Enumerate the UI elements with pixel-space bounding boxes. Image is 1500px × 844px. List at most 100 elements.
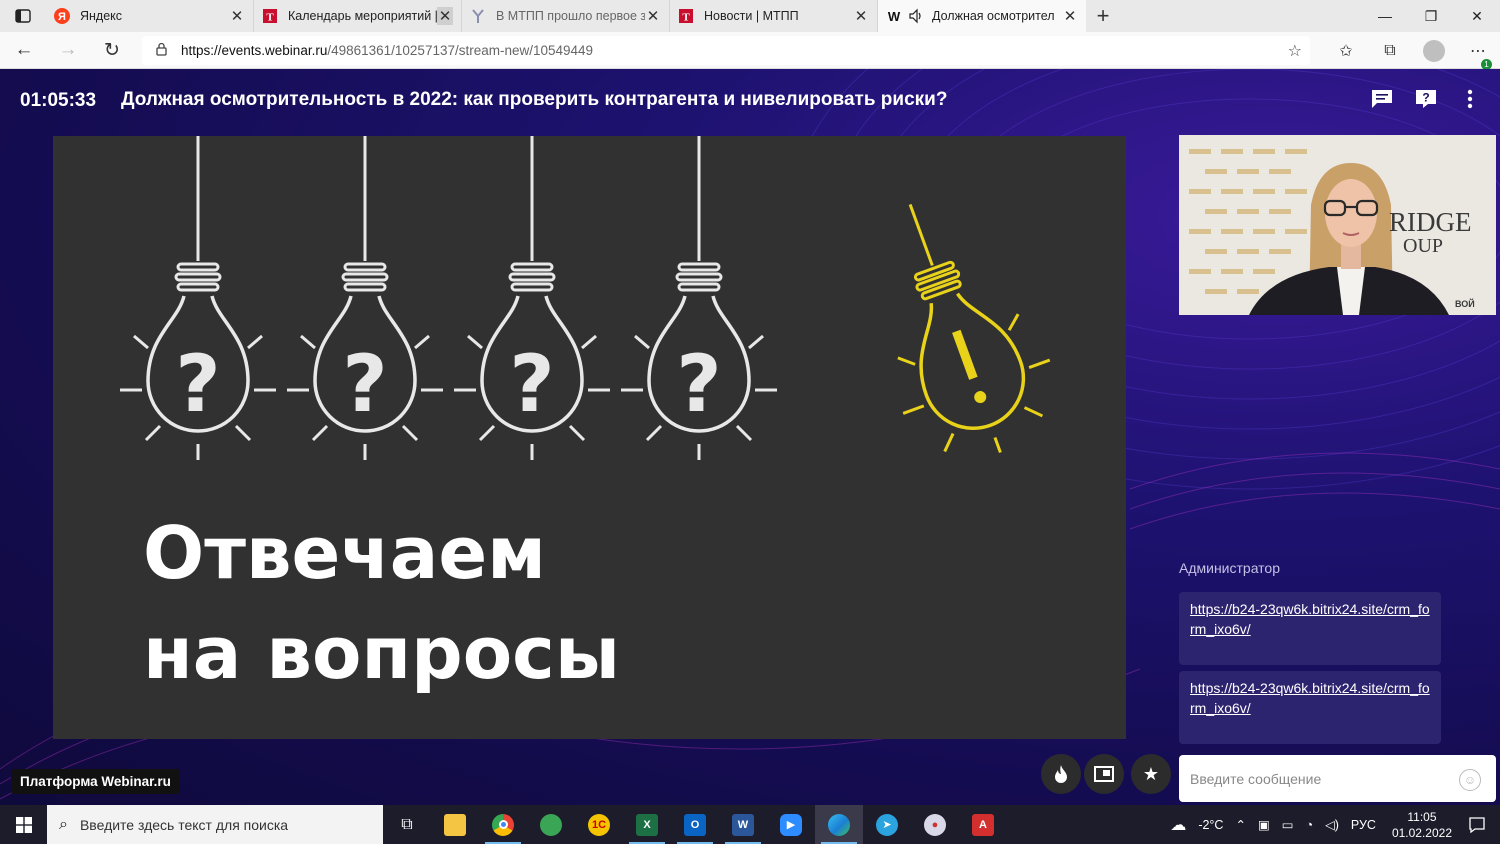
chat-message-input[interactable]	[1179, 755, 1496, 802]
task-view-icon: ⧉	[401, 815, 413, 833]
close-icon[interactable]: ✕	[645, 7, 661, 25]
picture-in-picture-button[interactable]	[1084, 754, 1124, 794]
star-icon: ★	[1142, 763, 1160, 784]
palette-icon: ●	[924, 813, 946, 836]
slide-heading-line-2: на вопросы	[143, 611, 620, 695]
yandex-icon: Я	[54, 8, 70, 24]
yellow-lightbulb	[897, 203, 1051, 454]
refresh-button[interactable]: ↻	[92, 39, 132, 62]
weather-icon[interactable]: ☁	[1170, 815, 1186, 835]
temperature[interactable]: -2°C	[1198, 818, 1223, 832]
restore-button[interactable]: ❐	[1408, 0, 1454, 32]
forward-button[interactable]: →	[48, 39, 88, 61]
url-host: https://events.webinar.ru	[181, 43, 328, 58]
telegram-icon: ➤	[876, 813, 898, 836]
webinar-title: Должная осмотрительность в 2022: как про…	[121, 89, 948, 110]
tab-calendar[interactable]: T Календарь мероприятий | ✕	[254, 0, 462, 32]
window-controls: ― ❐ ✕	[1362, 0, 1500, 32]
clock-date: 01.02.2022	[1391, 825, 1452, 840]
outlook-app[interactable]: O	[671, 805, 719, 844]
edge-app[interactable]	[815, 805, 863, 844]
tab-actions-button[interactable]	[0, 0, 46, 32]
favorite-button[interactable]: ★	[1131, 754, 1171, 794]
arrow-left-icon: ←	[14, 39, 34, 60]
tray-app-icon[interactable]: ▣	[1258, 817, 1270, 832]
tab-title: Календарь мероприятий |	[288, 9, 437, 23]
backdrop-text-3: ВОЙ	[1455, 299, 1475, 309]
tab-mtpp-news[interactable]: T Новости | МТПП ✕	[670, 0, 878, 32]
task-view-button[interactable]: ⧉	[383, 805, 431, 844]
1c-app[interactable]: 1C	[575, 805, 623, 844]
mtpp-emblem-icon	[470, 8, 486, 24]
back-button[interactable]: ←	[4, 39, 44, 61]
start-button[interactable]	[0, 805, 47, 844]
close-icon[interactable]: ✕	[853, 7, 869, 25]
taskbar-apps: ⧉ 1C X O W ▶ ➤ ● A	[383, 805, 1007, 844]
toolbar-right: ✩ ⧉ ⋯ 1	[1324, 32, 1500, 70]
close-icon[interactable]: ✕	[1062, 7, 1078, 25]
telegram-app[interactable]: ➤	[863, 805, 911, 844]
language-indicator[interactable]: РУС	[1351, 818, 1376, 832]
speaker-icon[interactable]	[908, 8, 924, 24]
chrome-app[interactable]	[479, 805, 527, 844]
globe-app[interactable]	[527, 805, 575, 844]
chat-icon[interactable]	[1370, 87, 1394, 111]
more-menu-icon[interactable]: ⋯ 1	[1456, 41, 1500, 70]
word-app[interactable]: W	[719, 805, 767, 844]
volume-icon[interactable]: ◁)	[1325, 817, 1339, 832]
zoom-icon: ▶	[780, 813, 802, 836]
acrobat-icon: A	[972, 813, 994, 836]
svg-text:?: ?	[1422, 91, 1429, 105]
taskbar-search[interactable]: ⌕ Введите здесь текст для поиска	[47, 805, 383, 844]
excel-app[interactable]: X	[623, 805, 671, 844]
add-favorite-icon[interactable]: ☆	[1288, 41, 1302, 61]
browser-tab-strip: Я Яндекс ✕ T Календарь мероприятий | ✕ В…	[0, 0, 1500, 32]
paint-app[interactable]: ●	[911, 805, 959, 844]
platform-badge[interactable]: Платформа Webinar.ru	[11, 769, 180, 794]
acrobat-app[interactable]: A	[959, 805, 1007, 844]
new-tab-button[interactable]: +	[1086, 0, 1120, 32]
slide-heading-line-1: Отвечаем	[143, 511, 547, 595]
chevron-up-icon[interactable]: ⌃	[1235, 817, 1245, 832]
chat-message-link[interactable]: https://b24-23qw6k.bitrix24.site/crm_for…	[1179, 671, 1441, 744]
more-vertical-icon[interactable]	[1458, 87, 1482, 111]
reaction-button[interactable]	[1041, 754, 1081, 794]
windows-logo-icon	[15, 816, 32, 833]
chat-author: Администратор	[1179, 560, 1281, 576]
browser-toolbar: ← → ↻ https://events.webinar.ru/49861361…	[0, 32, 1500, 70]
battery-icon[interactable]: ▭	[1282, 817, 1294, 832]
word-icon: W	[732, 813, 754, 836]
question-icon[interactable]: ?	[1414, 87, 1438, 111]
tab-webinar[interactable]: W Должная осмотрител ✕	[878, 0, 1086, 32]
profile-avatar[interactable]	[1423, 39, 1445, 62]
tab-actions-icon	[15, 9, 31, 23]
svg-text:T: T	[266, 12, 274, 24]
address-bar[interactable]: https://events.webinar.ru/49861361/10257…	[142, 36, 1310, 65]
close-window-button[interactable]: ✕	[1454, 0, 1500, 32]
extension-badge: 1	[1481, 58, 1492, 70]
plus-icon: +	[1096, 3, 1110, 28]
close-icon[interactable]: ✕	[229, 7, 245, 25]
svg-text:Я: Я	[58, 11, 66, 23]
header-actions: ?	[1370, 87, 1482, 111]
collections-icon[interactable]: ⧉	[1368, 42, 1412, 60]
svg-text:W: W	[888, 9, 901, 24]
windows-taskbar: ⌕ Введите здесь текст для поиска ⧉ 1C X …	[0, 805, 1500, 844]
chat-message-link[interactable]: https://b24-23qw6k.bitrix24.site/crm_for…	[1179, 592, 1441, 665]
notifications-icon[interactable]	[1462, 816, 1492, 833]
emoji-icon[interactable]: ☺	[1459, 769, 1481, 791]
tab-yandex[interactable]: Я Яндекс ✕	[46, 0, 254, 32]
file-explorer-app[interactable]	[431, 805, 479, 844]
tab-title: Должная осмотрител	[932, 9, 1055, 23]
clock[interactable]: 11:05 01.02.2022	[1392, 809, 1452, 841]
minimize-button[interactable]: ―	[1362, 0, 1408, 32]
close-icon[interactable]: ✕	[437, 7, 453, 25]
arrow-right-icon: →	[58, 39, 78, 60]
tab-mtpp-first[interactable]: В МТПП прошло первое з ✕	[462, 0, 670, 32]
zoom-app[interactable]: ▶	[767, 805, 815, 844]
speaker-video[interactable]: RIDGE OUP ВОЙ	[1179, 135, 1496, 315]
tab-title: В МТПП прошло первое з	[496, 9, 645, 23]
1c-icon: 1C	[588, 813, 610, 836]
favorites-icon[interactable]: ✩	[1324, 41, 1368, 61]
wifi-icon[interactable]: ◔	[1306, 818, 1314, 832]
